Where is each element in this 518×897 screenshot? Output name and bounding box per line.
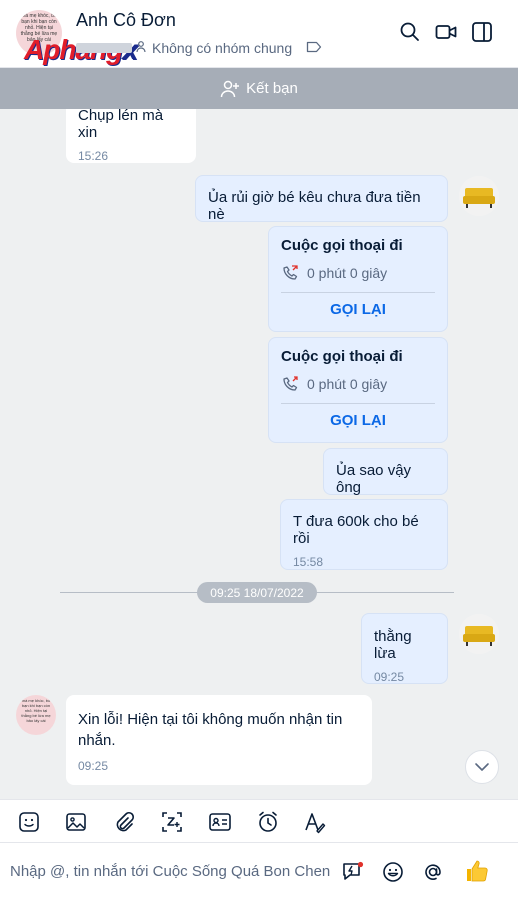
avatar-image: mà mẹ khóc, bố bạn khi bạn còn nhỏ. Hiện… bbox=[16, 695, 56, 735]
video-call-icon[interactable] bbox=[434, 20, 458, 44]
sofa-icon bbox=[459, 614, 499, 654]
composer-toolbar bbox=[0, 799, 518, 843]
search-icon[interactable] bbox=[398, 20, 422, 44]
composer bbox=[0, 843, 518, 897]
chevron-down-icon bbox=[475, 763, 489, 771]
message-bubble-sent[interactable]: Ủa rủi giờ bé kêu chưa đưa tiền nè bbox=[195, 175, 448, 223]
add-friend-label: Kết bạn bbox=[246, 80, 298, 97]
contact-avatar[interactable]: mà mẹ khóc, bố bạn khi bạn còn nhỏ. Hiện… bbox=[16, 695, 56, 735]
call-card[interactable]: Cuộc gọi thoại đi 0 phút 0 giây GỌI LẠI bbox=[268, 226, 448, 332]
image-icon[interactable] bbox=[63, 809, 89, 835]
my-avatar[interactable] bbox=[459, 176, 499, 216]
contact-card-icon[interactable] bbox=[207, 809, 233, 835]
call-duration-row: 0 phút 0 giây bbox=[281, 264, 435, 282]
status-bar bbox=[76, 43, 132, 53]
message-input[interactable] bbox=[10, 857, 336, 885]
divider bbox=[281, 403, 435, 404]
attachment-icon[interactable] bbox=[111, 809, 137, 835]
missed-call-icon bbox=[283, 265, 298, 280]
sofa-icon bbox=[459, 176, 499, 216]
message-text: Chụp lén mà xin bbox=[78, 109, 164, 141]
call-back-button[interactable]: GỌI LẠI bbox=[281, 412, 435, 429]
chat-header: mà mẹ khóc, bố bạn khi bạn còn nhỏ. Hiện… bbox=[0, 0, 518, 68]
avatar-text: mà mẹ khóc, bố bạn khi bạn còn nhỏ. Hiện… bbox=[21, 698, 51, 723]
contact-name[interactable]: Anh Cô Đơn bbox=[76, 10, 176, 31]
message-time: 09:25 bbox=[374, 670, 405, 684]
call-title: Cuộc gọi thoại đi bbox=[281, 237, 403, 254]
screenshot-icon[interactable] bbox=[159, 809, 185, 835]
add-friend-bar[interactable]: Kết bạn bbox=[0, 68, 518, 109]
mutual-groups-label[interactable]: Không có nhóm chung bbox=[152, 40, 292, 56]
scroll-to-bottom-button[interactable] bbox=[465, 750, 499, 784]
message-bubble-sent[interactable]: thằng lừa 09:25 bbox=[361, 613, 448, 684]
contact-subinfo: Không có nhóm chung bbox=[76, 38, 322, 58]
message-bubble-received[interactable]: Chụp lén mà xin 15:26 bbox=[66, 109, 196, 163]
my-avatar[interactable] bbox=[459, 614, 499, 654]
message-text: Ủa rủi giờ bé kêu chưa đưa tiền nè bbox=[208, 189, 421, 223]
message-list[interactable]: Chụp lén mà xin 15:26 Ủa rủi giờ bé kêu … bbox=[0, 109, 518, 799]
reminder-icon[interactable] bbox=[255, 809, 281, 835]
missed-call-icon bbox=[283, 376, 298, 391]
sidebar-toggle-icon[interactable] bbox=[470, 20, 494, 44]
mention-icon[interactable] bbox=[421, 860, 445, 884]
message-time: 09:25 bbox=[78, 759, 109, 773]
call-duration: 0 phút 0 giây bbox=[307, 376, 388, 392]
text-format-icon[interactable] bbox=[302, 809, 328, 835]
message-bubble-sent[interactable]: Ủa sao vậy ông bbox=[323, 448, 448, 496]
call-card[interactable]: Cuộc gọi thoại đi 0 phút 0 giây GỌI LẠI bbox=[268, 337, 448, 443]
message-time: 15:26 bbox=[78, 149, 109, 163]
tag-icon[interactable] bbox=[306, 40, 322, 57]
thumbs-up-icon[interactable] bbox=[463, 857, 491, 885]
date-separator: 09:25 18/07/2022 bbox=[197, 582, 317, 603]
message-bubble-received[interactable]: Xin lỗi! Hiện tại tôi không muốn nhận ti… bbox=[66, 695, 372, 785]
message-text: T đưa 600k cho bé rồi bbox=[293, 513, 419, 547]
message-bubble-sent[interactable]: T đưa 600k cho bé rồi 15:58 bbox=[280, 499, 448, 570]
call-duration: 0 phút 0 giây bbox=[307, 265, 388, 281]
people-icon bbox=[136, 40, 150, 57]
message-text: Ủa sao vậy ông bbox=[336, 462, 412, 496]
divider bbox=[281, 292, 435, 293]
call-title: Cuộc gọi thoại đi bbox=[281, 348, 403, 365]
add-friend-icon bbox=[220, 80, 240, 97]
emoji-icon[interactable] bbox=[381, 860, 405, 884]
call-duration-row: 0 phút 0 giây bbox=[281, 375, 435, 393]
call-back-button[interactable]: GỌI LẠI bbox=[281, 301, 435, 318]
message-time: 15:58 bbox=[293, 555, 324, 569]
quick-message-icon[interactable] bbox=[341, 860, 365, 884]
message-text: thằng lừa bbox=[374, 628, 412, 662]
message-text: Xin lỗi! Hiện tại tôi không muốn nhận ti… bbox=[78, 711, 343, 749]
sticker-icon[interactable] bbox=[16, 809, 42, 835]
